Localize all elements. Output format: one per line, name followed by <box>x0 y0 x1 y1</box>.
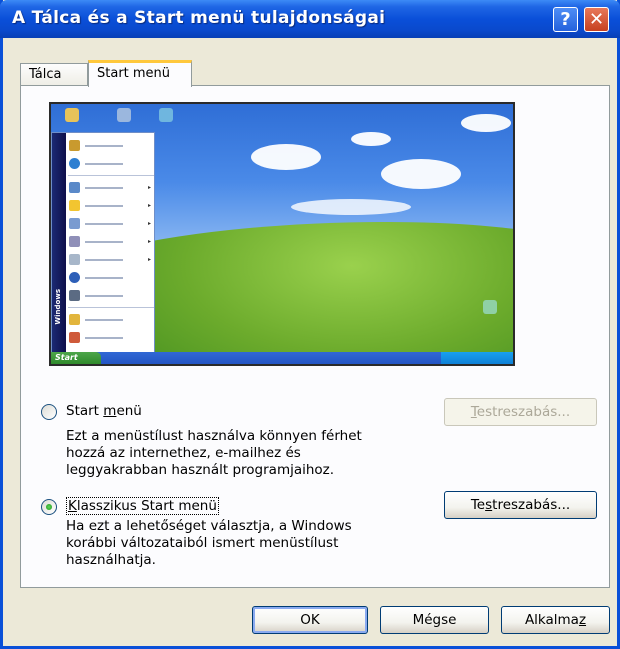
menu-item: ▸ <box>69 217 153 231</box>
cloud <box>381 159 461 189</box>
search-icon <box>69 254 80 265</box>
description-line: használhatja. <box>66 552 156 568</box>
preview-tray <box>441 352 513 364</box>
windows-band-label: Windows <box>54 289 62 325</box>
customize-start-menu-button[interactable]: Testreszabás... <box>444 398 597 426</box>
my-documents-icon <box>65 108 79 122</box>
menu-item: ▸ <box>69 235 153 249</box>
menu-item: ▸ <box>69 181 153 195</box>
tab-start-menu[interactable]: Start menü <box>88 60 192 87</box>
cloud <box>351 132 391 146</box>
description-line: leggyakrabban használt programjaihoz. <box>66 462 335 478</box>
properties-dialog: A Tálca és a Start menü tulajdonságai ? … <box>0 0 620 649</box>
window-title: A Tálca és a Start menü tulajdonságai <box>12 8 386 28</box>
title-bar[interactable]: A Tálca és a Start menü tulajdonságai ? … <box>0 0 620 38</box>
menu-separator <box>68 175 154 176</box>
favorites-icon <box>69 200 80 211</box>
start-menu-preview: Windows ▸ ▸ ▸ ▸ ▸ Start <box>49 102 515 366</box>
network-icon <box>159 108 173 122</box>
radio-classic-start-menu[interactable] <box>41 499 57 515</box>
menu-item <box>69 313 153 327</box>
menu-item: ▸ <box>69 199 153 213</box>
cloud <box>251 144 321 170</box>
cancel-button[interactable]: Mégse <box>380 606 489 634</box>
description-line: Ezt a menüstílust használva könnyen férh… <box>66 428 362 444</box>
preview-start-button: Start <box>51 352 101 364</box>
programs-icon <box>69 182 80 193</box>
ok-button[interactable]: OK <box>252 606 368 634</box>
windows-update-icon <box>69 158 80 169</box>
settings-icon <box>69 236 80 247</box>
classic-start-menu-description: Ha ezt a lehetőséget választja, a Window… <box>66 518 352 569</box>
customize-classic-start-menu-button[interactable]: Testreszabás... <box>444 491 597 519</box>
cloud <box>461 114 511 132</box>
run-icon <box>69 290 80 301</box>
radio-start-menu[interactable] <box>41 404 57 420</box>
cloud <box>291 199 411 215</box>
menu-item <box>69 157 153 171</box>
menu-item <box>69 289 153 303</box>
tab-panel-start-menu: Windows ▸ ▸ ▸ ▸ ▸ Start Start menü Ezt a… <box>20 85 610 588</box>
help-button[interactable]: ? <box>553 7 578 32</box>
start-menu-description: Ezt a menüstílust használva könnyen férh… <box>66 428 362 479</box>
recycle-bin-icon <box>483 300 497 314</box>
description-line: hozzá az internethez, e-mailhez és <box>66 445 301 461</box>
menu-item <box>69 331 153 345</box>
my-computer-icon <box>117 108 131 122</box>
menu-item <box>69 271 153 285</box>
menu-separator <box>68 307 154 308</box>
help-icon <box>69 272 80 283</box>
tab-taskbar[interactable]: Tálca <box>20 63 88 86</box>
windows-band: Windows <box>52 133 66 355</box>
radio-classic-start-menu-label[interactable]: Klasszikus Start menü <box>66 497 219 515</box>
close-button[interactable]: ✕ <box>584 7 609 32</box>
apply-button[interactable]: Alkalmaz <box>501 606 610 634</box>
documents-icon <box>69 218 80 229</box>
key-icon <box>69 140 80 151</box>
radio-start-menu-label[interactable]: Start menü <box>66 403 142 419</box>
shut-down-icon <box>69 332 80 343</box>
description-line: korábbi változataiból ismert menüstílust <box>66 535 339 551</box>
menu-item: ▸ <box>69 253 153 267</box>
menu-item <box>69 139 153 153</box>
description-line: Ha ezt a lehetőséget választja, a Window… <box>66 518 352 534</box>
log-off-icon <box>69 314 80 325</box>
preview-start-menu: Windows ▸ ▸ ▸ ▸ ▸ <box>51 132 155 356</box>
